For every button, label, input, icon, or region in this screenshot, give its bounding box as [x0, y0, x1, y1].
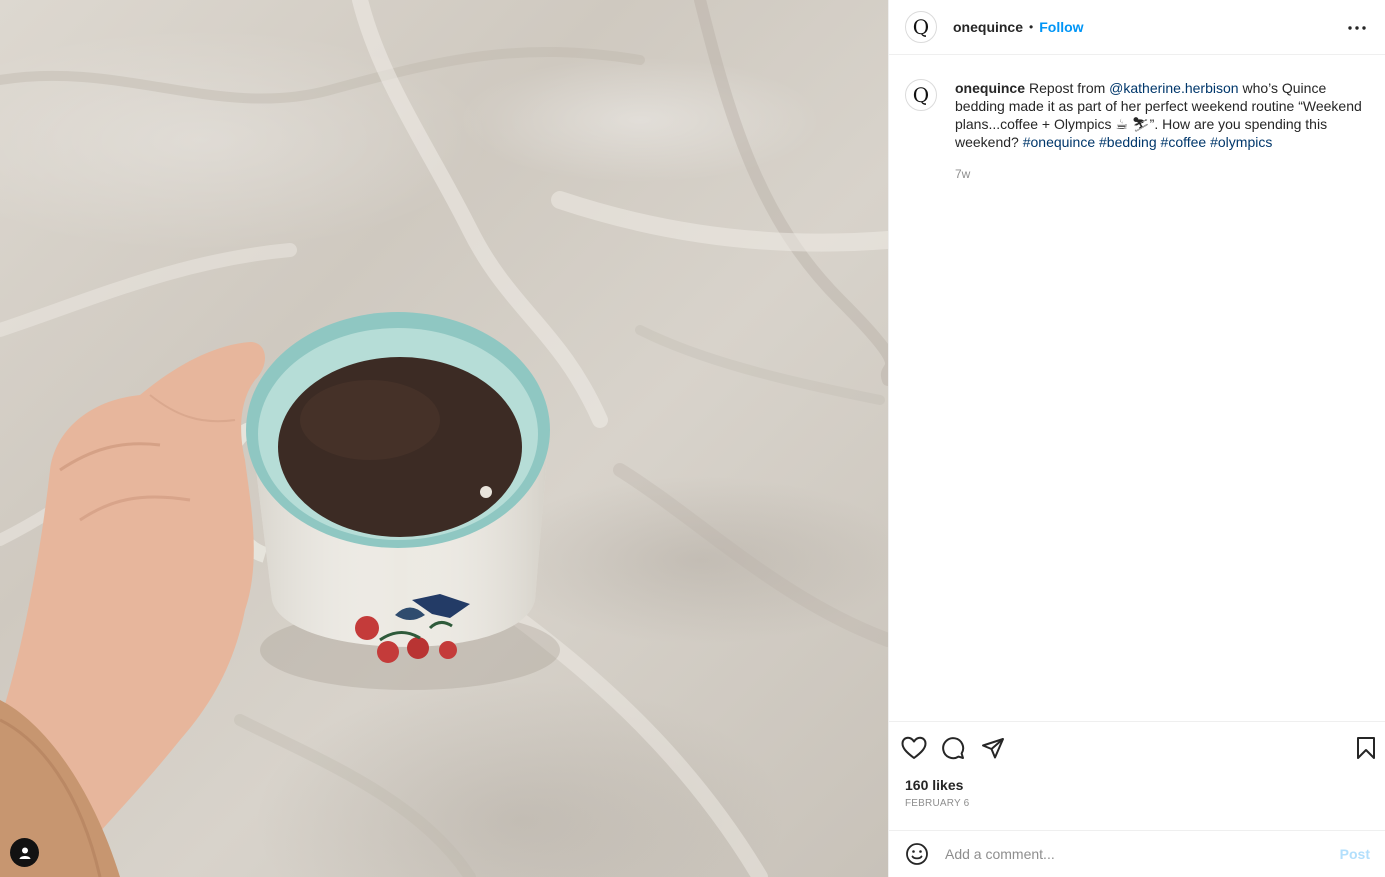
caption-time-ago[interactable]: 7w: [955, 167, 1365, 181]
caption-emojis: ☕ ⛷: [1115, 116, 1150, 132]
user-tag-button[interactable]: [10, 838, 39, 867]
hashtag-link[interactable]: #onequince: [1023, 134, 1095, 150]
emoji-picker-button[interactable]: [905, 842, 929, 866]
caption-avatar[interactable]: Q: [905, 79, 937, 111]
share-icon: [982, 738, 1004, 759]
post-photo[interactable]: [0, 0, 888, 877]
avatar-letter: Q: [912, 15, 930, 39]
account-avatar[interactable]: Q: [905, 11, 937, 43]
user-tag-icon: [19, 847, 30, 859]
more-options-button[interactable]: [1345, 16, 1369, 40]
hashtag-link[interactable]: #coffee: [1161, 134, 1207, 150]
mention-link[interactable]: @katherine.herbison: [1109, 80, 1238, 96]
comment-button[interactable]: [941, 728, 981, 768]
heart-icon: [901, 736, 927, 759]
comment-form: Post: [889, 830, 1385, 877]
comment-input[interactable]: [945, 846, 1332, 862]
more-options-icon: [1348, 26, 1366, 30]
account-username-link[interactable]: onequince: [953, 19, 1023, 35]
bookmark-icon: [1357, 737, 1375, 759]
caption-text-part: Repost from: [1029, 80, 1110, 96]
comment-icon: [942, 737, 965, 760]
comments-area: Q onequince Repost from @katherine.herbis…: [889, 55, 1385, 181]
caption-block: onequince Repost from @katherine.herbison…: [955, 79, 1365, 181]
hashtag-link[interactable]: #bedding: [1099, 134, 1157, 150]
likes-count[interactable]: 160 likes: [889, 774, 1385, 796]
like-button[interactable]: [901, 728, 941, 768]
post-header: Q onequince • Follow: [889, 0, 1385, 55]
caption-text: onequince Repost from @katherine.herbison…: [955, 79, 1365, 151]
save-button[interactable]: [1356, 736, 1376, 765]
separator-dot: •: [1029, 20, 1034, 34]
emoji-icon: [906, 843, 928, 865]
photo-illustration: [0, 0, 888, 877]
post-comment-button[interactable]: Post: [1340, 846, 1370, 862]
caption-username-link[interactable]: onequince: [955, 80, 1025, 96]
share-button[interactable]: [981, 728, 1021, 768]
action-bar: [889, 722, 1385, 774]
post-date[interactable]: FEBRUARY 6: [889, 796, 1385, 809]
actions-section: 160 likes FEBRUARY 6: [889, 721, 1385, 809]
post-details-panel: Q onequince • Follow Q onequince Repost f…: [888, 0, 1385, 877]
avatar-letter: Q: [912, 83, 930, 107]
follow-button[interactable]: Follow: [1039, 19, 1083, 35]
hashtag-link[interactable]: #olympics: [1210, 134, 1272, 150]
